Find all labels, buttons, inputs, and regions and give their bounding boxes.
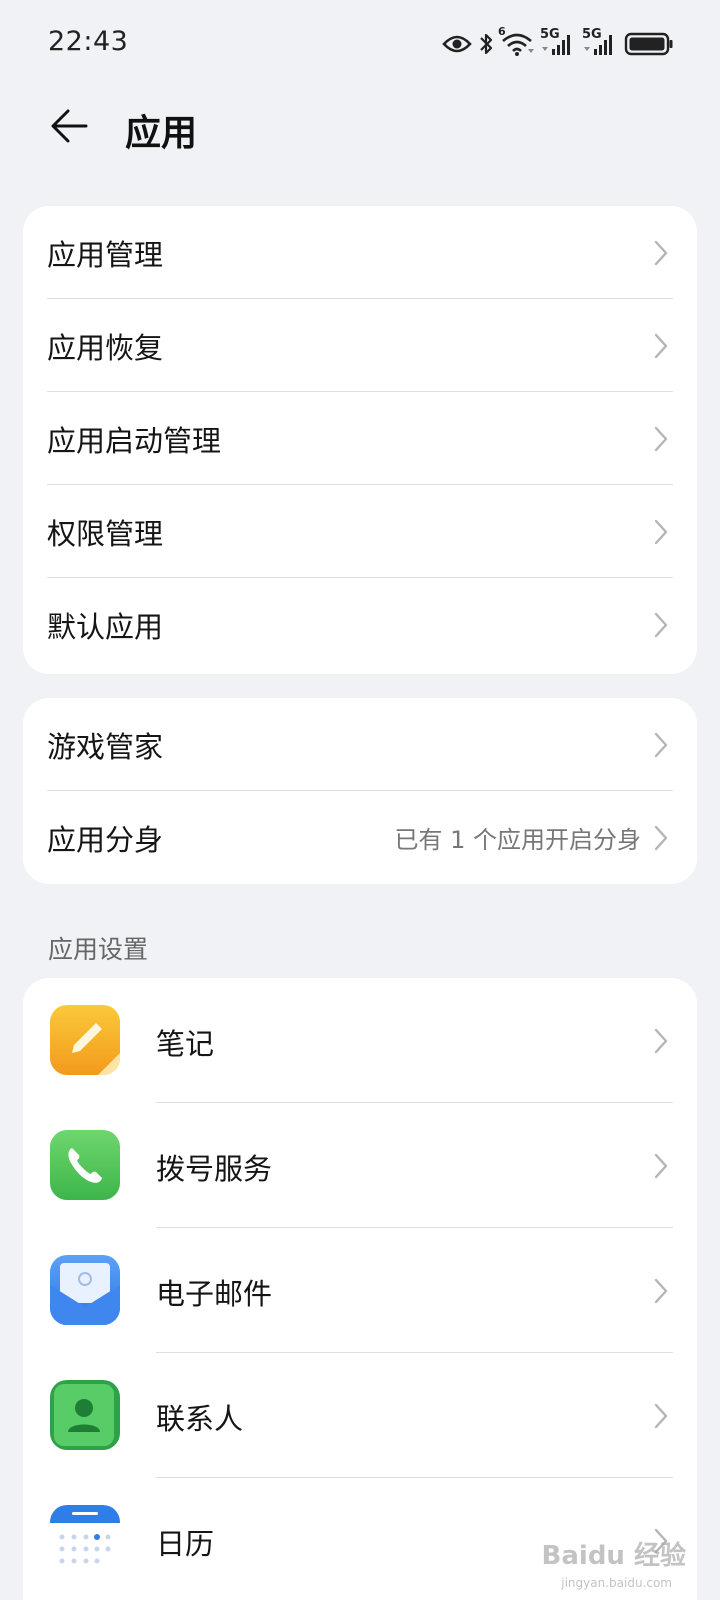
menu-item-label: 应用启动管理 <box>47 423 222 458</box>
settings-group-1: 应用管理 应用恢复 应用启动管理 权限管理 默认应用 <box>23 206 697 674</box>
chevron-right-icon <box>654 426 668 451</box>
signal-5g-icon: 5G <box>540 27 576 57</box>
eye-icon <box>442 34 472 54</box>
bluetooth-icon <box>478 31 494 57</box>
app-item-contacts[interactable]: 联系人 <box>23 1353 697 1478</box>
menu-item-app-management[interactable]: 应用管理 <box>23 206 697 299</box>
chevron-right-icon <box>654 612 668 637</box>
app-item-phone[interactable]: 拨号服务 <box>23 1103 697 1228</box>
chevron-right-icon <box>654 1403 668 1428</box>
app-item-email[interactable]: 电子邮件 <box>23 1228 697 1353</box>
page-title: 应用 <box>125 113 198 154</box>
notes-icon <box>50 1005 120 1075</box>
menu-item-label: 应用分身 <box>47 822 164 857</box>
mail-icon <box>50 1255 120 1325</box>
menu-item-permission-management[interactable]: 权限管理 <box>23 485 697 578</box>
settings-group-2: 游戏管家 应用分身 已有 1 个应用开启分身 <box>23 698 697 884</box>
menu-item-game-assistant[interactable]: 游戏管家 <box>23 698 697 791</box>
signal-5g-icon: 5G <box>582 27 618 57</box>
phone-icon <box>50 1130 120 1200</box>
arrow-left-icon <box>50 106 90 150</box>
calendar-icon <box>50 1505 120 1575</box>
wifi-icon: 6 <box>498 25 534 57</box>
wifi-badge: 6 <box>498 25 506 38</box>
status-icons: 6 5G 5G <box>442 25 674 60</box>
menu-item-label: 应用管理 <box>47 237 164 272</box>
chevron-right-icon <box>654 732 668 757</box>
app-settings-list: 笔记 拨号服务 电子邮件 联系人 日历 <box>23 978 697 1600</box>
chevron-right-icon <box>654 1028 668 1053</box>
menu-item-app-recovery[interactable]: 应用恢复 <box>23 299 697 392</box>
network-label: 5G <box>582 27 602 42</box>
app-item-label: 日历 <box>156 1527 215 1561</box>
watermark-logo: Baidu 经验 <box>541 1541 686 1571</box>
app-item-label: 联系人 <box>156 1402 244 1436</box>
back-button[interactable] <box>40 98 100 158</box>
menu-item-value: 已有 1 个应用开启分身 <box>394 826 641 854</box>
app-item-label: 笔记 <box>156 1027 215 1061</box>
chevron-right-icon <box>654 825 668 850</box>
contacts-icon <box>50 1380 120 1450</box>
menu-item-app-twin[interactable]: 应用分身 已有 1 个应用开启分身 <box>23 791 697 884</box>
status-time: 22:43 <box>48 26 129 57</box>
menu-item-label: 权限管理 <box>47 516 164 551</box>
chevron-right-icon <box>654 1153 668 1178</box>
menu-item-label: 默认应用 <box>47 609 164 644</box>
app-item-label: 电子邮件 <box>156 1277 273 1311</box>
chevron-right-icon <box>654 519 668 544</box>
network-label: 5G <box>540 27 560 42</box>
menu-item-app-launch-management[interactable]: 应用启动管理 <box>23 392 697 485</box>
section-header-app-settings: 应用设置 <box>48 935 149 964</box>
menu-item-label: 游戏管家 <box>47 729 164 764</box>
app-item-notes[interactable]: 笔记 <box>23 978 697 1103</box>
menu-item-default-apps[interactable]: 默认应用 <box>23 578 697 671</box>
chevron-right-icon <box>654 1278 668 1303</box>
app-item-label: 拨号服务 <box>156 1152 273 1186</box>
chevron-right-icon <box>654 333 668 358</box>
menu-item-label: 应用恢复 <box>47 330 164 365</box>
top-bar: 应用 <box>0 90 720 166</box>
watermark-url: jingyan.baidu.com <box>561 1576 672 1590</box>
chevron-right-icon <box>654 240 668 265</box>
status-bar: 22:43 6 5G 5G <box>0 0 720 86</box>
battery-icon <box>624 31 674 57</box>
